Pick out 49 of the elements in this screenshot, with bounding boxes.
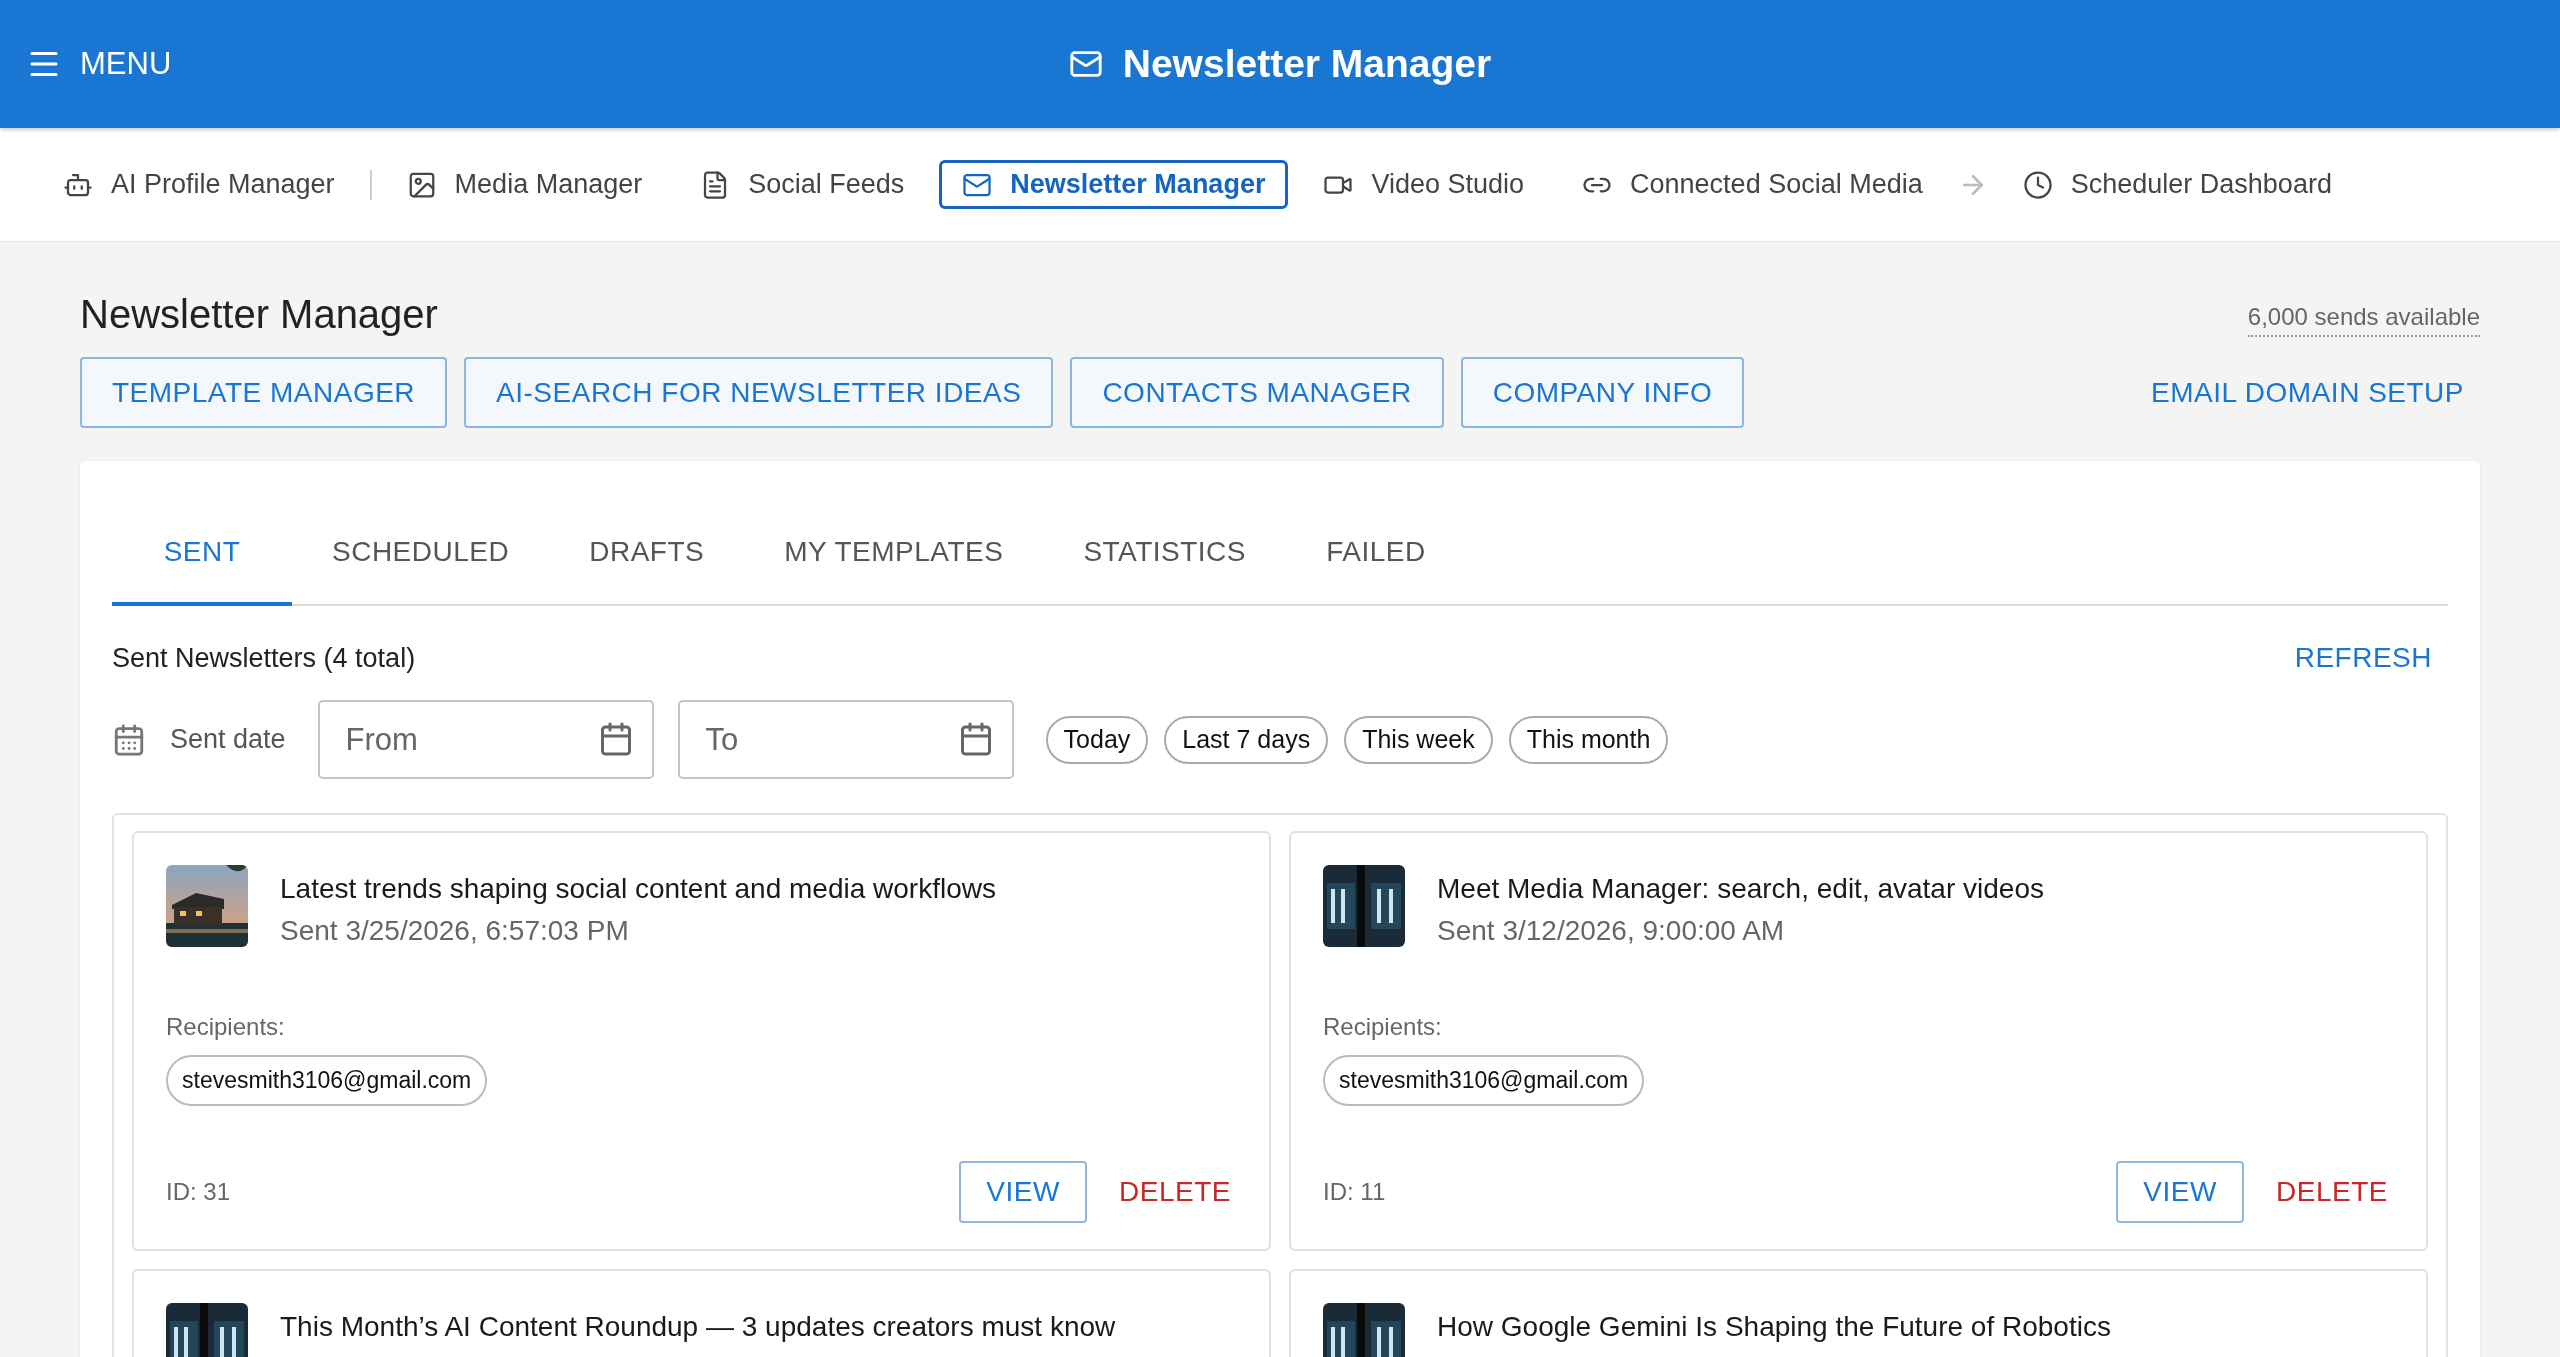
view-button[interactable]: VIEW xyxy=(2116,1161,2245,1223)
nav-link[interactable]: Video Studio xyxy=(1300,160,1548,209)
recipients-label: Recipients: xyxy=(1323,1013,1443,1041)
action-button[interactable]: AI-SEARCH FOR NEWSLETTER IDEAS xyxy=(464,357,1054,428)
action-button[interactable]: CONTACTS MANAGER xyxy=(1070,357,1444,428)
date-preset-chip[interactable]: Today xyxy=(1045,715,1149,764)
tab[interactable]: DRAFTS xyxy=(549,501,745,606)
nav-link[interactable]: Newsletter Manager xyxy=(939,160,1289,209)
date-preset-chip[interactable]: This month xyxy=(1508,715,1669,764)
date-preset-chip[interactable]: This week xyxy=(1344,715,1493,764)
refresh-button[interactable]: REFRESH xyxy=(2278,634,2448,682)
delete-button[interactable]: DELETE xyxy=(1113,1176,1237,1208)
action-button[interactable]: TEMPLATE MANAGER xyxy=(80,357,448,428)
tab[interactable]: MY TEMPLATES xyxy=(744,501,1044,606)
newsletter-title: Latest trends shaping social content and media workflows xyxy=(280,873,996,905)
recipients-label: Recipients: xyxy=(166,1013,286,1041)
tab[interactable]: SCHEDULED xyxy=(292,501,550,606)
to-date-field[interactable]: To xyxy=(677,700,1014,779)
newsletter-id: ID: 31 xyxy=(166,1178,231,1206)
date-preset-chip[interactable]: Last 7 days xyxy=(1164,715,1329,764)
recipient-chip: stevesmith3106@gmail.com xyxy=(1323,1055,1645,1106)
nav-link[interactable]: Connected Social Media xyxy=(1559,160,1946,209)
sent-date: Sent 3/25/2026, 6:57:03 PM xyxy=(280,915,630,947)
app-title: Newsletter Manager xyxy=(1122,42,1492,86)
nav-link[interactable]: AI Profile Manager xyxy=(40,160,358,209)
newsletter-id: ID: 11 xyxy=(1323,1178,1386,1206)
list-heading: Sent Newsletters (4 total) xyxy=(112,642,416,674)
menu-button[interactable]: MENU xyxy=(20,40,178,88)
recipient-chip: stevesmith3106@gmail.com xyxy=(166,1055,488,1106)
from-date-field[interactable]: From xyxy=(317,700,654,779)
tab[interactable]: FAILED xyxy=(1286,501,1466,606)
action-button[interactable]: COMPANY INFO xyxy=(1460,357,1745,428)
page-title: Newsletter Manager xyxy=(80,292,438,337)
email-domain-link[interactable]: EMAIL DOMAIN SETUP xyxy=(2135,368,2480,417)
newsletter-title: How Google Gemini Is Shaping the Future of Robotics xyxy=(1437,1311,2111,1343)
nav-link[interactable]: Scheduler Dashboard xyxy=(1999,160,2355,209)
delete-button[interactable]: DELETE xyxy=(2270,1176,2394,1208)
sent-date: Sent 3/12/2026, 9:00:00 AM xyxy=(1437,915,1786,947)
filter-label: Sent date xyxy=(170,724,286,755)
tab[interactable]: STATISTICS xyxy=(1043,501,1286,606)
tab[interactable]: SENT xyxy=(112,501,292,606)
newsletter-title: Meet Media Manager: search, edit, avatar videos xyxy=(1437,873,2044,905)
calendar-icon xyxy=(112,722,146,757)
view-button[interactable]: VIEW xyxy=(959,1161,1088,1223)
nav-link[interactable]: Social Feeds xyxy=(677,160,928,209)
clock-icon xyxy=(2022,169,2053,200)
nav-link[interactable]: Media Manager xyxy=(383,160,666,209)
sends-available: 6,000 sends available xyxy=(2247,303,2480,337)
newsletter-title: This Month’s AI Content Roundup — 3 updates creators must know xyxy=(280,1311,1116,1343)
